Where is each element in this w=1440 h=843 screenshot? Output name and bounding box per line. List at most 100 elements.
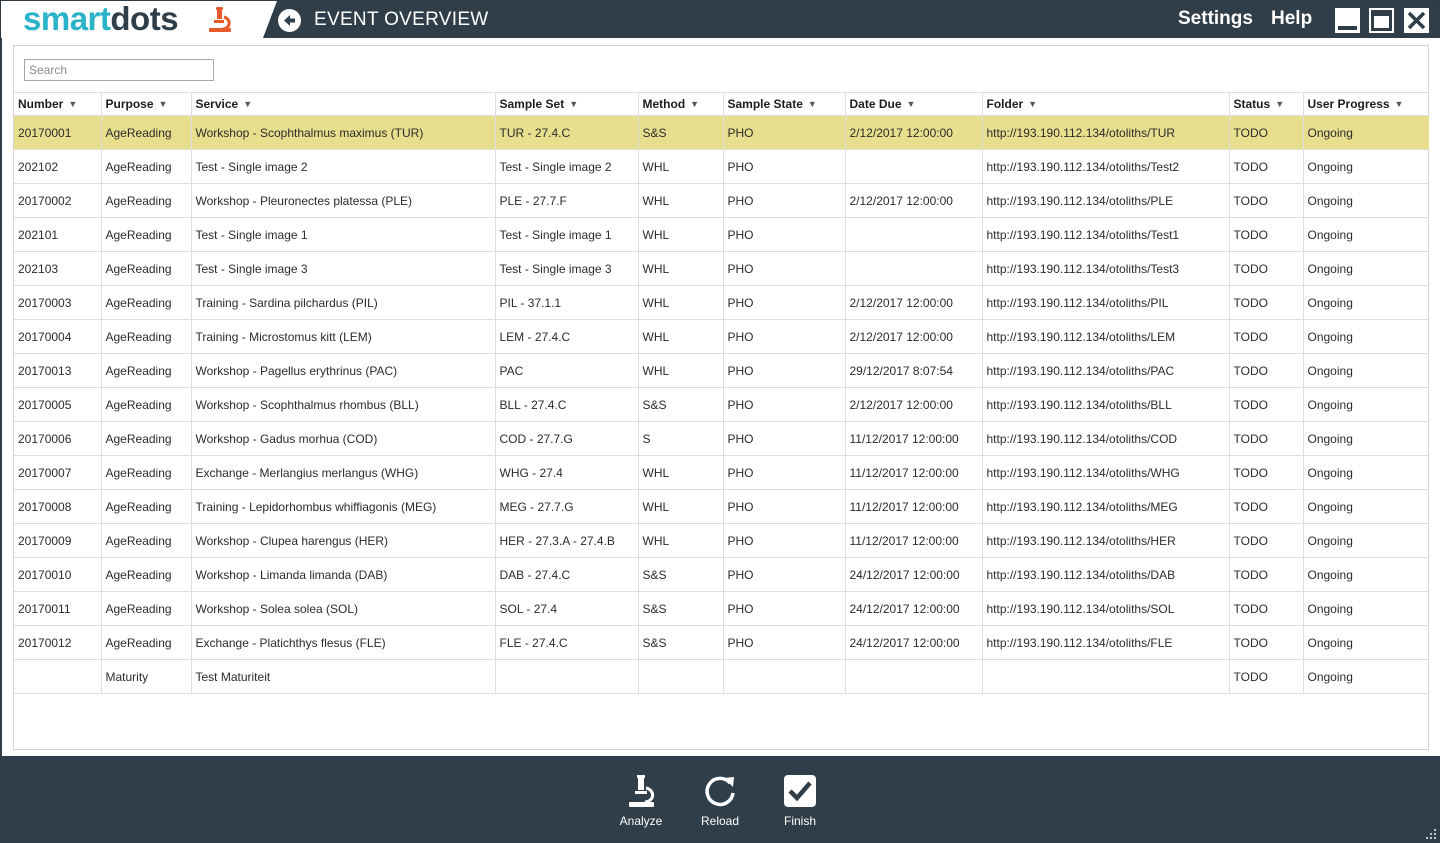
filter-icon[interactable]: ▼: [1275, 99, 1284, 109]
cell-service: Workshop - Gadus morhua (COD): [191, 421, 496, 456]
filter-icon[interactable]: ▼: [1028, 99, 1037, 109]
cell-sample-set: SOL - 27.4: [495, 591, 639, 626]
filter-icon[interactable]: ▼: [68, 99, 77, 109]
filter-icon[interactable]: ▼: [243, 99, 252, 109]
cell-date-due: [845, 251, 983, 286]
event-grid-panel: Number▼ Purpose▼ Service▼ Sample Set▼ Me…: [13, 45, 1429, 750]
filter-icon[interactable]: ▼: [808, 99, 817, 109]
analyze-button[interactable]: Analyze: [611, 774, 671, 828]
cell-sample-set: FLE - 27.4.C: [495, 625, 639, 660]
table-row[interactable]: 20170005 AgeReading Workshop - Scophthalmu…: [14, 387, 1429, 422]
column-header-folder[interactable]: Folder ▼: [982, 92, 1230, 116]
cell-purpose: AgeReading: [101, 625, 192, 660]
table-body: 20170001 AgeReading Workshop - Scophthalmu…: [14, 115, 1429, 694]
search-input[interactable]: [24, 59, 214, 81]
table-row[interactable]: 202102 AgeReading Test - Single image 2 Tes…: [14, 149, 1429, 184]
table-row[interactable]: 20170006 AgeReading Workshop - Gadus morhu…: [14, 421, 1429, 456]
logo: smartdots: [1, 1, 277, 38]
cell-sample-set: PAC: [495, 353, 639, 388]
filter-icon[interactable]: ▼: [690, 99, 699, 109]
cell-folder: http://193.190.112.134/otoliths/WHG: [982, 455, 1230, 490]
settings-link[interactable]: Settings: [1178, 8, 1253, 30]
filter-icon[interactable]: ▼: [569, 99, 578, 109]
table-row[interactable]: 20170003 AgeReading Training - Sardina pil…: [14, 285, 1429, 320]
filter-icon[interactable]: ▼: [1395, 99, 1404, 109]
cell-user-progress: Ongoing: [1303, 217, 1429, 252]
help-link[interactable]: Help: [1271, 8, 1312, 30]
cell-status: TODO: [1229, 149, 1304, 184]
table-row[interactable]: 20170013 AgeReading Workshop - Pagellus er…: [14, 353, 1429, 388]
cell-date-due: 24/12/2017 12:00:00: [845, 557, 983, 592]
cell-sample-set: MEG - 27.7.G: [495, 489, 639, 524]
table-row[interactable]: 20170002 AgeReading Workshop - Pleuronecte…: [14, 183, 1429, 218]
back-button[interactable]: [278, 9, 301, 32]
filter-icon[interactable]: ▼: [159, 99, 168, 109]
column-header-sample-state[interactable]: Sample State ▼: [723, 92, 846, 116]
cell-purpose: AgeReading: [101, 523, 192, 558]
cell-status: TODO: [1229, 217, 1304, 252]
cell-user-progress: Ongoing: [1303, 455, 1429, 490]
cell-method: S: [638, 421, 724, 456]
filter-icon[interactable]: ▼: [907, 99, 916, 109]
cell-number: 20170010: [14, 557, 102, 592]
table-row[interactable]: 20170012 AgeReading Exchange - Platichthys…: [14, 625, 1429, 660]
table-row[interactable]: 20170004 AgeReading Training - Microstomus…: [14, 319, 1429, 354]
cell-method: S&S: [638, 591, 724, 626]
cell-method: WHL: [638, 489, 724, 524]
maximize-button[interactable]: [1369, 8, 1394, 33]
cell-sample-state: PHO: [723, 523, 846, 558]
back-arrow-icon: [284, 15, 295, 26]
cell-user-progress: Ongoing: [1303, 489, 1429, 524]
cell-sample-state: PHO: [723, 115, 846, 150]
column-header-date-due[interactable]: Date Due ▼: [845, 92, 983, 116]
cell-status: TODO: [1229, 659, 1304, 694]
column-header-number[interactable]: Number ▼: [14, 92, 102, 116]
column-header-sample-set[interactable]: Sample Set ▼: [495, 92, 639, 116]
cell-user-progress: Ongoing: [1303, 659, 1429, 694]
column-header-service[interactable]: Service ▼: [191, 92, 496, 116]
column-header-status[interactable]: Status ▼: [1229, 92, 1304, 116]
close-icon: [1407, 11, 1426, 30]
column-header-purpose[interactable]: Purpose ▼: [101, 92, 192, 116]
cell-service: Workshop - Scophthalmus rhombus (BLL): [191, 387, 496, 422]
table-row[interactable]: 202101 AgeReading Test - Single image 1 Tes…: [14, 217, 1429, 252]
cell-sample-set: HER - 27.3.A - 27.4.B: [495, 523, 639, 558]
table-row[interactable]: 20170001 AgeReading Workshop - Scophthalmu…: [14, 115, 1429, 150]
cell-sample-state: PHO: [723, 591, 846, 626]
table-row[interactable]: 20170011 AgeReading Workshop - Solea solea…: [14, 591, 1429, 626]
cell-sample-state: PHO: [723, 217, 846, 252]
table-row[interactable]: Maturity Test Maturiteit TODO Ongoing: [14, 659, 1429, 694]
table-row[interactable]: 20170010 AgeReading Workshop - Limanda lim…: [14, 557, 1429, 592]
logo-microscope-icon: [209, 7, 231, 32]
cell-method: WHL: [638, 251, 724, 286]
cell-sample-state: PHO: [723, 489, 846, 524]
resize-grip-icon[interactable]: [1426, 829, 1436, 839]
title-bar: smartdots EVENT OVERVIEW Settings Help: [1, 1, 1439, 38]
cell-folder: http://193.190.112.134/otoliths/Test2: [982, 149, 1230, 184]
cell-status: TODO: [1229, 387, 1304, 422]
minimize-button[interactable]: [1335, 8, 1360, 33]
cell-user-progress: Ongoing: [1303, 319, 1429, 354]
column-header-user-progress[interactable]: User Progress ▼: [1303, 92, 1429, 116]
cell-folder: http://193.190.112.134/otoliths/Test1: [982, 217, 1230, 252]
cell-date-due: 2/12/2017 12:00:00: [845, 285, 983, 320]
cell-number: 20170006: [14, 421, 102, 456]
cell-status: TODO: [1229, 115, 1304, 150]
column-header-method[interactable]: Method ▼: [638, 92, 724, 116]
close-button[interactable]: [1404, 8, 1429, 33]
table-row[interactable]: 20170007 AgeReading Exchange - Merlangius …: [14, 455, 1429, 490]
cell-sample-state: PHO: [723, 285, 846, 320]
cell-sample-set: BLL - 27.4.C: [495, 387, 639, 422]
reload-button[interactable]: Reload: [690, 774, 750, 828]
cell-service: Test - Single image 2: [191, 149, 496, 184]
cell-purpose: AgeReading: [101, 455, 192, 490]
finish-label: Finish: [783, 814, 816, 828]
cell-date-due: 11/12/2017 12:00:00: [845, 455, 983, 490]
table-row[interactable]: 20170009 AgeReading Workshop - Clupea hare…: [14, 523, 1429, 558]
table-row[interactable]: 202103 AgeReading Test - Single image 3 Tes…: [14, 251, 1429, 286]
cell-folder: http://193.190.112.134/otoliths/HER: [982, 523, 1230, 558]
table-row[interactable]: 20170008 AgeReading Training - Lepidorhomb…: [14, 489, 1429, 524]
cell-service: Workshop - Scophthalmus maximus (TUR): [191, 115, 496, 150]
finish-button[interactable]: Finish: [770, 774, 830, 828]
cell-status: TODO: [1229, 523, 1304, 558]
